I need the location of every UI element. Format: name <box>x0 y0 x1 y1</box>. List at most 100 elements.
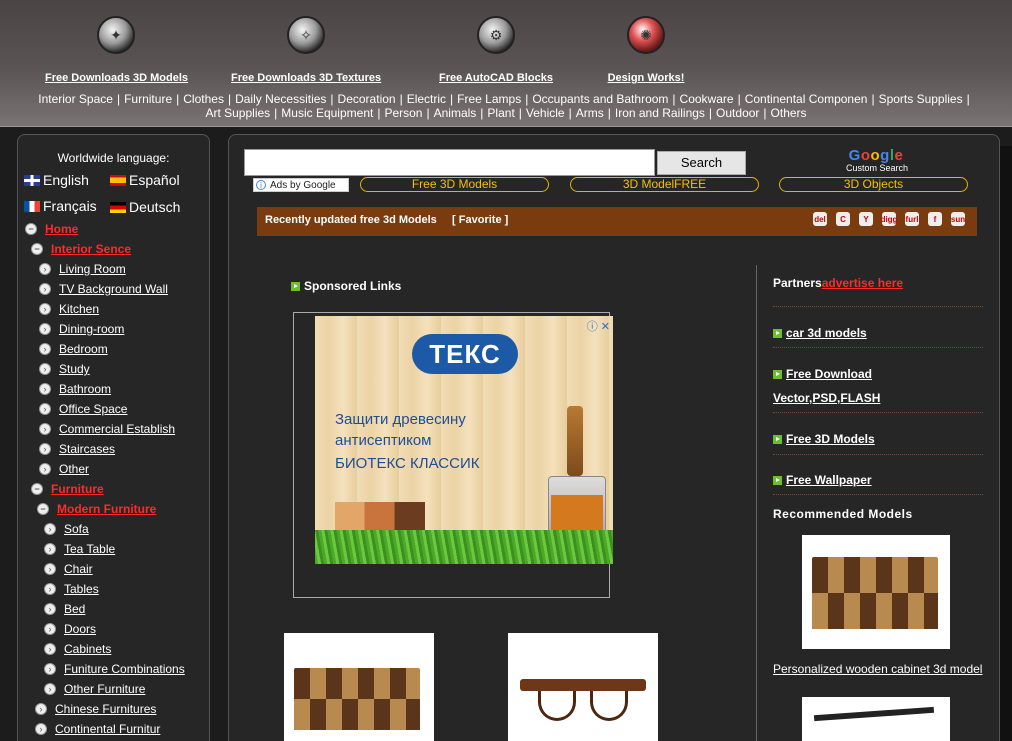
tree-item[interactable]: › Staircases <box>39 442 115 456</box>
category-link[interactable]: Music Equipment <box>281 106 373 120</box>
favorite-link[interactable]: [ Favorite ] <box>452 214 508 226</box>
category-link[interactable]: Clothes <box>183 92 224 106</box>
share-icons: del C Ydigg furl f sun <box>813 212 965 226</box>
recommended-heading: Recommended Models <box>773 507 913 521</box>
category-link[interactable]: Decoration <box>338 92 396 106</box>
tree-item[interactable]: › Other <box>39 462 89 476</box>
language-spanish[interactable]: Español <box>110 172 180 188</box>
link-free-wallpaper[interactable]: Free Wallpaper <box>773 473 872 487</box>
share-Y-icon[interactable]: Y <box>859 212 873 226</box>
search-button[interactable]: Search <box>657 151 746 175</box>
category-link[interactable]: Cookware <box>680 92 734 106</box>
top-link-design-works[interactable]: ✺ Design Works! <box>607 16 685 84</box>
collapse-icon: − <box>31 243 43 255</box>
pill-3d-modelfree[interactable]: 3D ModelFREE <box>570 177 759 192</box>
language-english[interactable]: English <box>24 172 89 188</box>
advertisement[interactable]: ⓘ ✕ ТЕКС Защити древесину антисептиком Б… <box>315 316 613 564</box>
link-car-3d-models[interactable]: car 3d models <box>773 326 867 340</box>
language-french[interactable]: Français <box>24 198 97 214</box>
category-separator: | <box>708 106 713 120</box>
tree-item[interactable]: › Other Furniture <box>44 682 145 696</box>
pill-3d-objects[interactable]: 3D Objects <box>779 177 968 192</box>
scrollbar-track[interactable] <box>1000 146 1012 741</box>
tree-item[interactable]: › Chair <box>44 562 93 576</box>
category-link[interactable]: Occupants and Bathroom <box>532 92 668 106</box>
share-sun-icon[interactable]: sun <box>951 212 965 226</box>
bullet-icon: › <box>39 463 51 475</box>
category-separator: | <box>871 92 875 106</box>
category-link[interactable]: Sports Supplies <box>879 92 963 106</box>
category-link[interactable]: Outdoor <box>716 106 759 120</box>
tree-item[interactable]: − Modern Furniture <box>37 502 156 516</box>
model-thumbnail-table[interactable] <box>508 633 658 741</box>
category-link[interactable]: Art Supplies <box>205 106 270 120</box>
category-row-1: Interior Space | Furniture | Clothes | Daily N… <box>0 92 1012 106</box>
ad-line-2: антисептиком <box>335 432 432 449</box>
model-thumbnail-cabinet[interactable] <box>284 633 434 741</box>
advertise-link[interactable]: advertise here <box>822 276 903 290</box>
tree-item[interactable]: › Kitchen <box>39 302 99 316</box>
recommended-thumbnail-2[interactable] <box>802 697 950 741</box>
link-free-3d-models[interactable]: Free 3D Models <box>773 432 875 446</box>
recommended-caption[interactable]: Personalized wooden cabinet 3d model <box>773 662 982 676</box>
tree-item[interactable]: − Interior Sence <box>31 242 131 256</box>
category-link[interactable]: Iron and Railings <box>615 106 705 120</box>
tree-item-label: Bed <box>64 602 86 616</box>
cabinet-image <box>812 557 938 629</box>
category-link[interactable]: Plant <box>487 106 514 120</box>
tree-item[interactable]: › TV Background Wall <box>39 282 168 296</box>
tree-item[interactable]: › Cabinets <box>44 642 111 656</box>
share-del-icon[interactable]: del <box>813 212 827 226</box>
share-digg-icon[interactable]: digg <box>881 212 897 226</box>
category-link[interactable]: Daily Necessities <box>235 92 326 106</box>
category-separator: | <box>525 92 529 106</box>
ads-by-google[interactable]: i Ads by Google <box>253 178 349 192</box>
category-link[interactable]: Animals <box>434 106 477 120</box>
top-link-3d-textures[interactable]: ✧ Free Downloads 3D Textures <box>231 16 381 84</box>
tree-item[interactable]: − Furniture <box>31 482 104 496</box>
pill-free-3d-models[interactable]: Free 3D Models <box>360 177 549 192</box>
ad-close-icon[interactable]: ⓘ ✕ <box>587 318 610 334</box>
top-link-autocad-blocks[interactable]: ⚙ Free AutoCAD Blocks <box>439 16 553 84</box>
category-separator: | <box>227 92 232 106</box>
partners-heading: Partnersadvertise here <box>773 276 904 290</box>
tree-item[interactable]: › Tea Table <box>44 542 115 556</box>
tree-item[interactable]: › Living Room <box>39 262 126 276</box>
tree-item[interactable]: − Home <box>25 222 78 236</box>
category-separator: | <box>568 106 572 120</box>
tree-item[interactable]: › Bathroom <box>39 382 111 396</box>
category-link[interactable]: Furniture <box>124 92 172 106</box>
language-german[interactable]: Deutsch <box>110 199 180 215</box>
share-furl-icon[interactable]: furl <box>905 212 919 226</box>
tree-item[interactable]: › Bedroom <box>39 342 108 356</box>
share-f-icon[interactable]: f <box>928 212 942 226</box>
bullet-icon: › <box>39 443 51 455</box>
tree-item[interactable]: › Dining-room <box>39 322 124 336</box>
bullet-icon: › <box>39 383 51 395</box>
tree-item[interactable]: › Doors <box>44 622 96 636</box>
category-link[interactable]: Others <box>771 106 807 120</box>
category-separator: | <box>399 92 403 106</box>
tree-item[interactable]: › Chinese Furnitures <box>35 702 156 716</box>
recommended-thumbnail[interactable] <box>802 535 950 649</box>
share-C-icon[interactable]: C <box>836 212 850 226</box>
category-link[interactable]: Vehicle <box>526 106 565 120</box>
category-link[interactable]: Electric <box>407 92 446 106</box>
tree-item[interactable]: › Funiture Combinations <box>44 662 185 676</box>
tree-item[interactable]: › Sofa <box>44 522 89 536</box>
tree-item[interactable]: › Commercial Establish <box>39 422 175 436</box>
category-link[interactable]: Continental Componen <box>745 92 868 106</box>
top-link-3d-models[interactable]: ✦ Free Downloads 3D Models <box>45 16 188 84</box>
category-link[interactable]: Free Lamps <box>457 92 521 106</box>
category-link[interactable]: Arms <box>576 106 604 120</box>
tree-item[interactable]: › Continental Furnitur <box>35 722 160 736</box>
category-link[interactable]: Person <box>384 106 422 120</box>
link-free-download[interactable]: Free Download <box>773 367 872 381</box>
category-link[interactable]: Interior Space <box>38 92 113 106</box>
search-input[interactable] <box>244 149 655 176</box>
tree-item[interactable]: › Tables <box>44 582 99 596</box>
tree-item[interactable]: › Office Space <box>39 402 127 416</box>
tree-item[interactable]: › Study <box>39 362 90 376</box>
tree-item[interactable]: › Bed <box>44 602 85 616</box>
link-vector-psd-flash[interactable]: Vector,PSD,FLASH <box>773 391 880 405</box>
